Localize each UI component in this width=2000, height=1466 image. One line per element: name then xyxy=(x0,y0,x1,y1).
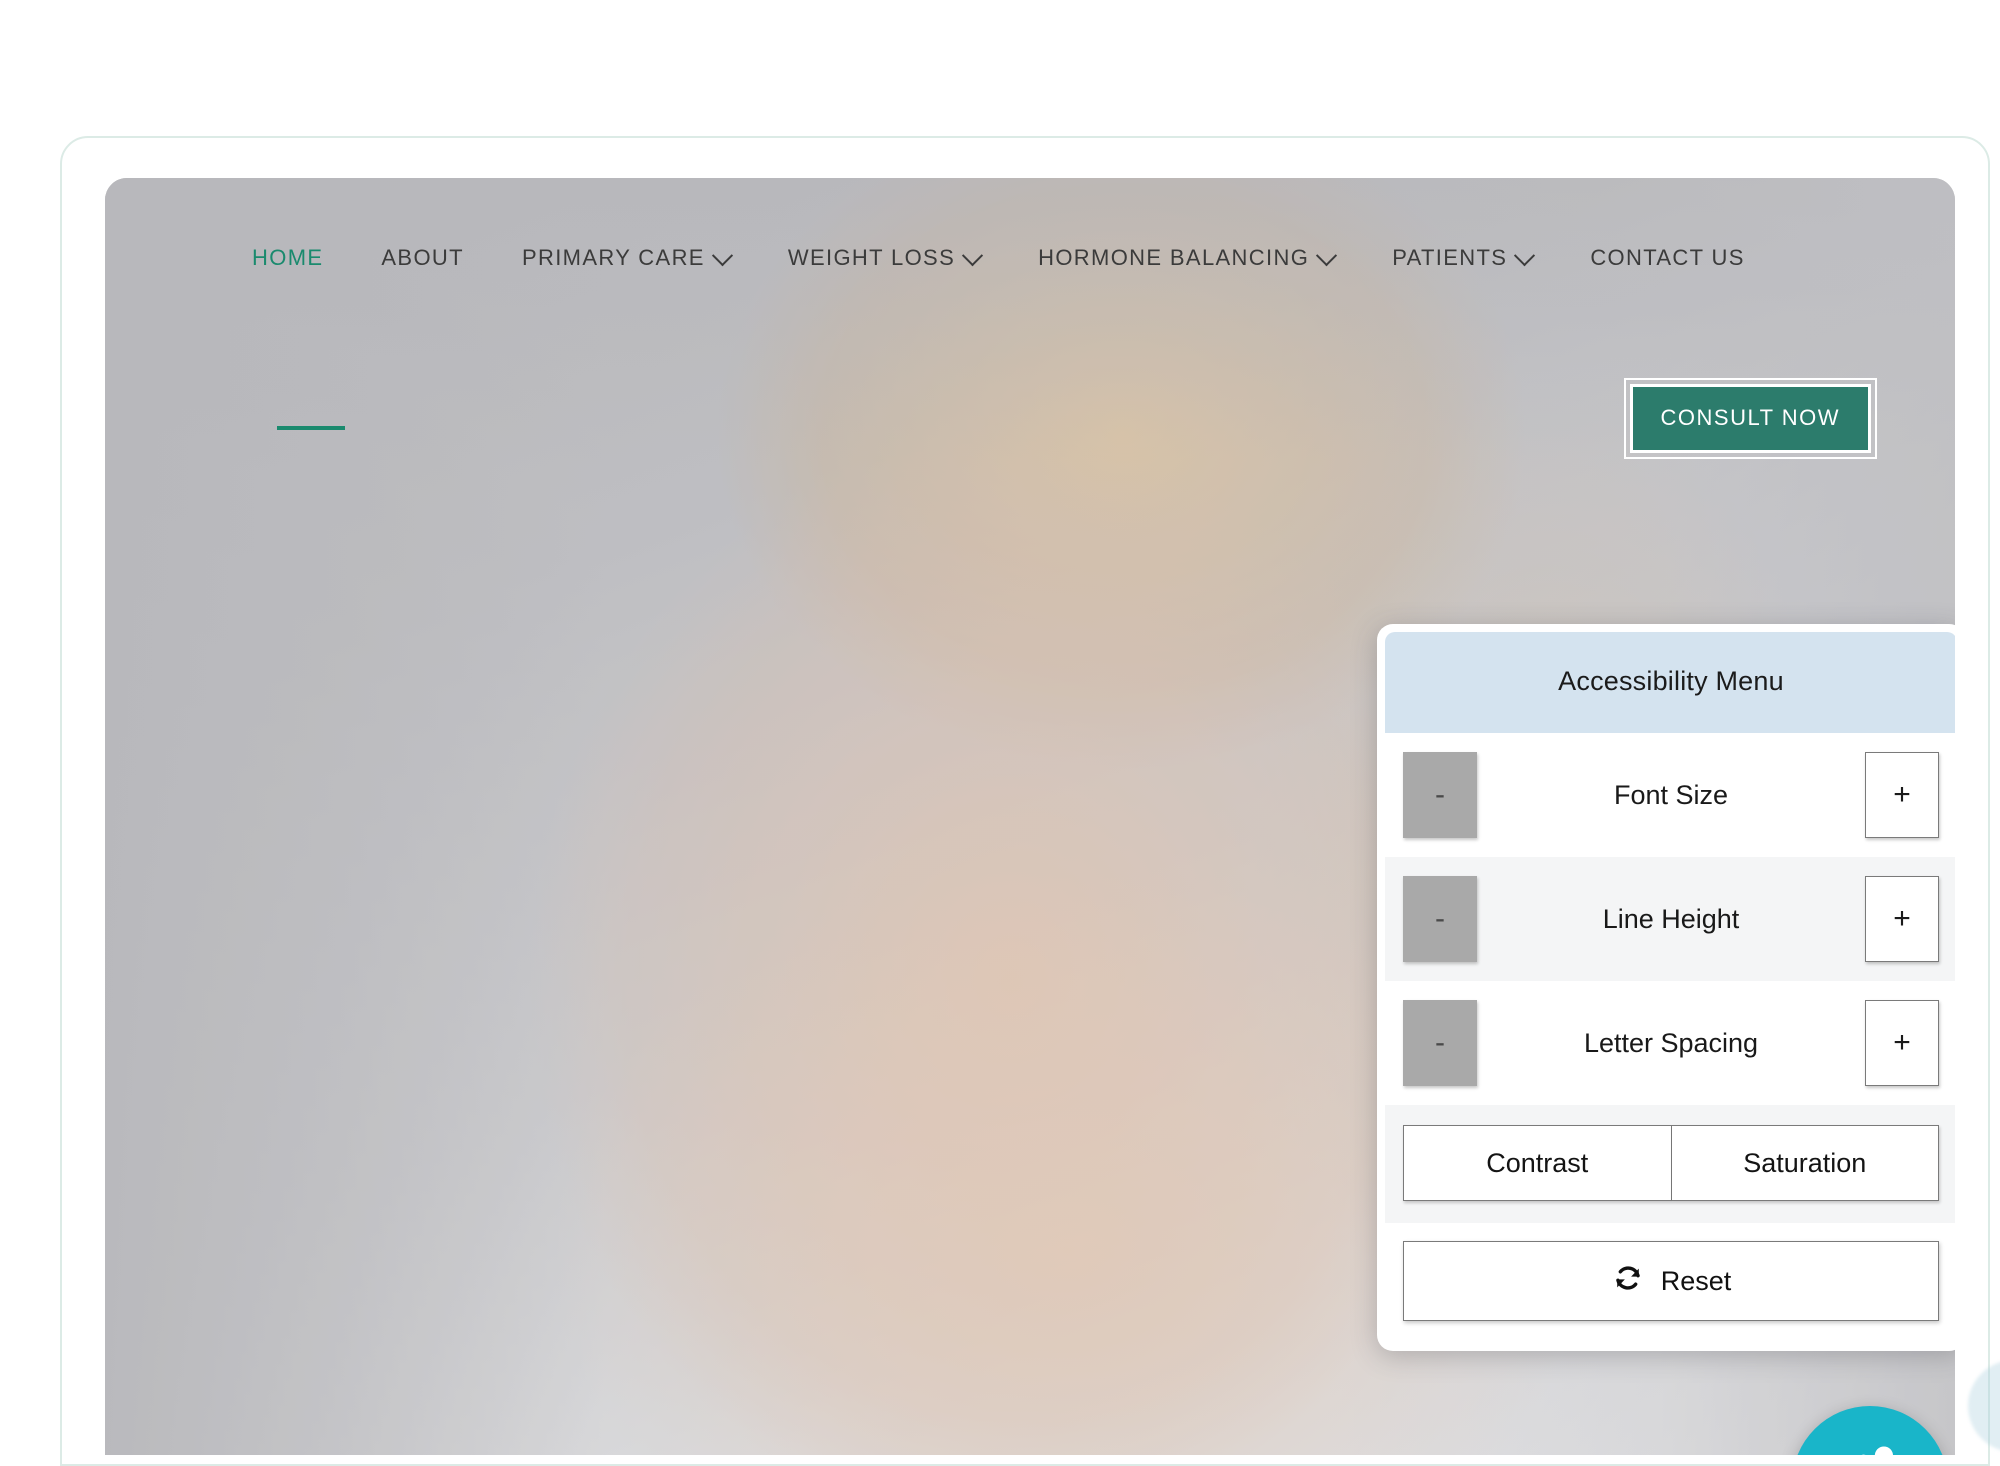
nav-item-label: PATIENTS xyxy=(1392,245,1507,271)
accessibility-menu-body: - Font Size + - Line Height + - Letter S… xyxy=(1385,733,1955,1343)
letter-spacing-increase-button[interactable]: + xyxy=(1865,1000,1939,1086)
chevron-down-icon xyxy=(1514,245,1535,266)
refresh-icon xyxy=(1611,1261,1645,1302)
nav-item-hormone-balancing[interactable]: HORMONE BALANCING xyxy=(1009,245,1363,271)
accessibility-menu-panel: Accessibility Menu - Font Size + - Line … xyxy=(1377,624,1955,1351)
accessibility-menu-title: Accessibility Menu xyxy=(1385,632,1955,733)
nav-item-label: WEIGHT LOSS xyxy=(788,245,955,271)
display-toggles-row: Contrast Saturation xyxy=(1385,1105,1955,1223)
line-height-decrease-button[interactable]: - xyxy=(1403,876,1477,962)
reset-row: Reset xyxy=(1385,1223,1955,1343)
nav-item-label: HORMONE BALANCING xyxy=(1038,245,1309,271)
letter-spacing-label: Letter Spacing xyxy=(1477,1028,1865,1059)
nav-item-contact-us[interactable]: CONTACT US xyxy=(1561,245,1773,271)
chevron-down-icon xyxy=(1316,245,1337,266)
font-size-decrease-button[interactable]: - xyxy=(1403,752,1477,838)
active-nav-underline xyxy=(277,426,345,430)
nav-item-about[interactable]: ABOUT xyxy=(352,245,493,271)
accessible-person-icon xyxy=(1822,1434,1918,1456)
nav-item-label: PRIMARY CARE xyxy=(522,245,705,271)
letter-spacing-row: - Letter Spacing + xyxy=(1385,981,1955,1105)
saturation-button[interactable]: Saturation xyxy=(1672,1125,1940,1201)
nav-item-home[interactable]: HOME xyxy=(223,245,352,271)
nav-item-weight-loss[interactable]: WEIGHT LOSS xyxy=(759,245,1009,271)
contrast-button[interactable]: Contrast xyxy=(1403,1125,1672,1201)
reset-label: Reset xyxy=(1661,1266,1732,1297)
chevron-down-icon xyxy=(962,245,983,266)
font-size-increase-button[interactable]: + xyxy=(1865,752,1939,838)
page-root: HOME ABOUT PRIMARY CARE WEIGHT LOSS HORM… xyxy=(0,0,2000,1455)
line-height-increase-button[interactable]: + xyxy=(1865,876,1939,962)
chevron-down-icon xyxy=(712,245,733,266)
primary-navigation: HOME ABOUT PRIMARY CARE WEIGHT LOSS HORM… xyxy=(105,178,1955,338)
font-size-row: - Font Size + xyxy=(1385,733,1955,857)
line-height-label: Line Height xyxy=(1477,904,1865,935)
reset-button[interactable]: Reset xyxy=(1403,1241,1939,1321)
nav-item-patients[interactable]: PATIENTS xyxy=(1363,245,1561,271)
nav-item-label: ABOUT xyxy=(381,245,464,271)
nav-item-label: CONTACT US xyxy=(1590,245,1744,271)
nav-item-label: HOME xyxy=(252,245,323,271)
website-viewport: HOME ABOUT PRIMARY CARE WEIGHT LOSS HORM… xyxy=(105,178,1955,1455)
nav-list: HOME ABOUT PRIMARY CARE WEIGHT LOSS HORM… xyxy=(223,245,1774,271)
nav-item-primary-care[interactable]: PRIMARY CARE xyxy=(493,245,759,271)
consult-now-focus-ring: CONSULT NOW xyxy=(1624,378,1877,459)
letter-spacing-decrease-button[interactable]: - xyxy=(1403,1000,1477,1086)
font-size-label: Font Size xyxy=(1477,780,1865,811)
consult-now-button[interactable]: CONSULT NOW xyxy=(1630,384,1871,453)
line-height-row: - Line Height + xyxy=(1385,857,1955,981)
